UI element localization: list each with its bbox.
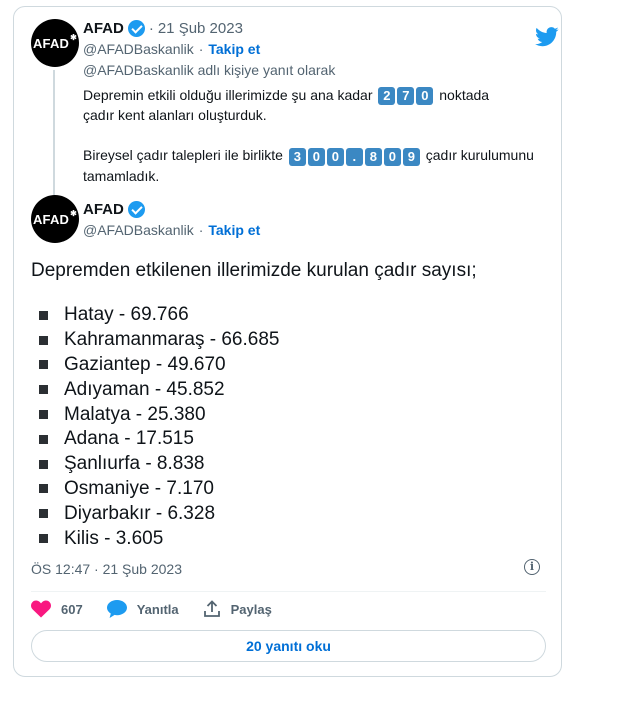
reply-bubble-icon xyxy=(106,600,127,618)
list-item-text: Diyarbakır - 6.328 xyxy=(64,502,216,524)
digit-emoji: 0 xyxy=(307,147,325,166)
digit-emoji: 3 xyxy=(288,147,306,166)
action-bar: 607 Yanıtla Paylaş xyxy=(31,600,296,618)
bullet-square-icon xyxy=(39,410,48,420)
verified-badge-icon xyxy=(127,20,145,37)
bullet-square-icon xyxy=(39,360,48,370)
quoted-tweet-text: Depremin etkili olduğu illerimizde şu an… xyxy=(83,85,553,186)
follow-button[interactable]: Takip et xyxy=(208,222,260,238)
quoted-handle-row: @AFADBaskanlik · Takip et xyxy=(83,41,260,57)
logo-star-icon: ✱ xyxy=(70,208,78,218)
text-segment: Bireysel çadır talepleri ile birlikte xyxy=(83,147,283,164)
list-item-text: Şanlıurfa - 8.838 xyxy=(64,453,205,475)
twitter-bird-icon[interactable] xyxy=(535,27,559,47)
author-handle[interactable]: @AFADBaskanlik xyxy=(83,41,194,57)
follow-button[interactable]: Takip et xyxy=(208,41,260,57)
verified-badge-icon xyxy=(127,201,145,218)
list-item: Adana - 17.515 xyxy=(39,427,279,452)
text-segment: noktada xyxy=(439,87,490,103)
like-count: 607 xyxy=(61,601,83,617)
avatar[interactable]: AFAD ✱ xyxy=(31,195,79,243)
list-item: Şanlıurfa - 8.838 xyxy=(39,452,279,477)
list-item-text: Kilis - 3.605 xyxy=(64,527,164,549)
text-segment: Depremin etkili olduğu illerimizde şu an… xyxy=(83,87,373,103)
bullet-square-icon xyxy=(39,310,48,320)
digit-emoji: 8 xyxy=(364,147,382,166)
bullet-square-icon xyxy=(39,385,48,395)
text-segment: çadır kurulumunu xyxy=(425,147,534,164)
digit-emoji: 0 xyxy=(326,147,344,166)
tent-count-list: Hatay - 69.766 Kahramanmaraş - 66.685 Ga… xyxy=(39,303,279,551)
avatar-logo-text: AFAD xyxy=(32,35,70,51)
digit-emoji: 7 xyxy=(397,87,415,106)
bullet-square-icon xyxy=(39,459,48,469)
digit-emoji: 0 xyxy=(383,147,401,166)
list-item: Diyarbakır - 6.328 xyxy=(39,501,279,526)
list-item-text: Kahramanmaraş - 66.685 xyxy=(64,329,280,351)
list-item: Gaziantep - 49.670 xyxy=(39,353,279,378)
list-item: Osmaniye - 7.170 xyxy=(39,477,279,502)
tweet-timestamp[interactable]: ÖS 12:47 · 21 Şub 2023 xyxy=(31,561,182,577)
author-name[interactable]: AFAD xyxy=(83,201,124,218)
tweet-date[interactable]: 21 Şub 2023 xyxy=(158,20,243,37)
divider xyxy=(31,591,546,592)
avatar[interactable]: AFAD ✱ xyxy=(31,19,79,67)
bullet-square-icon xyxy=(39,484,48,494)
main-author-row: AFAD xyxy=(83,201,145,218)
avatar-logo-text: AFAD xyxy=(32,211,70,227)
list-item-text: Osmaniye - 7.170 xyxy=(64,477,214,499)
quoted-line-3: Bireysel çadır talepleri ile birlikte 3 … xyxy=(83,145,553,166)
separator: · xyxy=(148,20,154,37)
digits-270: 2 7 0 xyxy=(378,87,434,106)
share-label: Paylaş xyxy=(230,601,272,617)
list-item: Kahramanmaraş - 66.685 xyxy=(39,328,279,353)
bullet-square-icon xyxy=(39,509,48,519)
share-icon xyxy=(203,600,220,617)
list-item: Kilis - 3.605 xyxy=(39,526,279,551)
reply-label: Yanıtla xyxy=(136,601,179,617)
like-button[interactable]: 607 xyxy=(31,600,83,618)
quoted-line-4: tamamladık. xyxy=(83,167,160,184)
author-name[interactable]: AFAD xyxy=(83,20,124,37)
logo-star-icon: ✱ xyxy=(70,32,78,42)
read-replies-button[interactable]: 20 yanıtı oku xyxy=(31,630,546,662)
list-item-text: Hatay - 69.766 xyxy=(64,304,189,326)
digit-emoji: 2 xyxy=(378,87,396,106)
quoted-line-1: Depremin etkili olduğu illerimizde şu an… xyxy=(83,85,553,106)
list-item-text: Malatya - 25.380 xyxy=(64,403,206,425)
heart-icon xyxy=(31,600,51,618)
info-icon[interactable]: i xyxy=(524,559,540,575)
digits-300809: 3 0 0 . 8 0 9 xyxy=(288,147,420,166)
list-item-text: Adana - 17.515 xyxy=(64,428,194,450)
separator: · xyxy=(198,222,204,238)
bullet-square-icon xyxy=(39,434,48,444)
main-handle-row: @AFADBaskanlik · Takip et xyxy=(83,222,260,238)
bullet-square-icon xyxy=(39,335,48,345)
tweet-card: AFAD ✱ AFAD · 21 Şub 2023 @AFADBaskanlik … xyxy=(13,6,562,677)
tweet-intro-text: Depremden etkilenen illerimizde kurulan … xyxy=(31,260,477,281)
bullet-square-icon xyxy=(39,534,48,544)
reply-button[interactable]: Yanıtla xyxy=(106,600,179,618)
list-item: Hatay - 69.766 xyxy=(39,303,279,328)
digit-emoji: 0 xyxy=(416,87,434,106)
list-item-text: Gaziantep - 49.670 xyxy=(64,353,226,375)
separator: · xyxy=(198,41,204,57)
share-button[interactable]: Paylaş xyxy=(203,600,272,618)
reply-context: @AFADBaskanlik adlı kişiye yanıt olarak xyxy=(83,62,336,78)
thread-line xyxy=(53,70,55,198)
author-handle[interactable]: @AFADBaskanlik xyxy=(83,222,194,238)
quoted-line-2: çadır kent alanları oluşturduk. xyxy=(83,107,267,124)
list-item: Adıyaman - 45.852 xyxy=(39,377,279,402)
digit-emoji: . xyxy=(345,147,363,166)
list-item-text: Adıyaman - 45.852 xyxy=(64,378,225,400)
quoted-author-row: AFAD · 21 Şub 2023 xyxy=(83,20,243,37)
digit-emoji: 9 xyxy=(402,147,420,166)
list-item: Malatya - 25.380 xyxy=(39,402,279,427)
